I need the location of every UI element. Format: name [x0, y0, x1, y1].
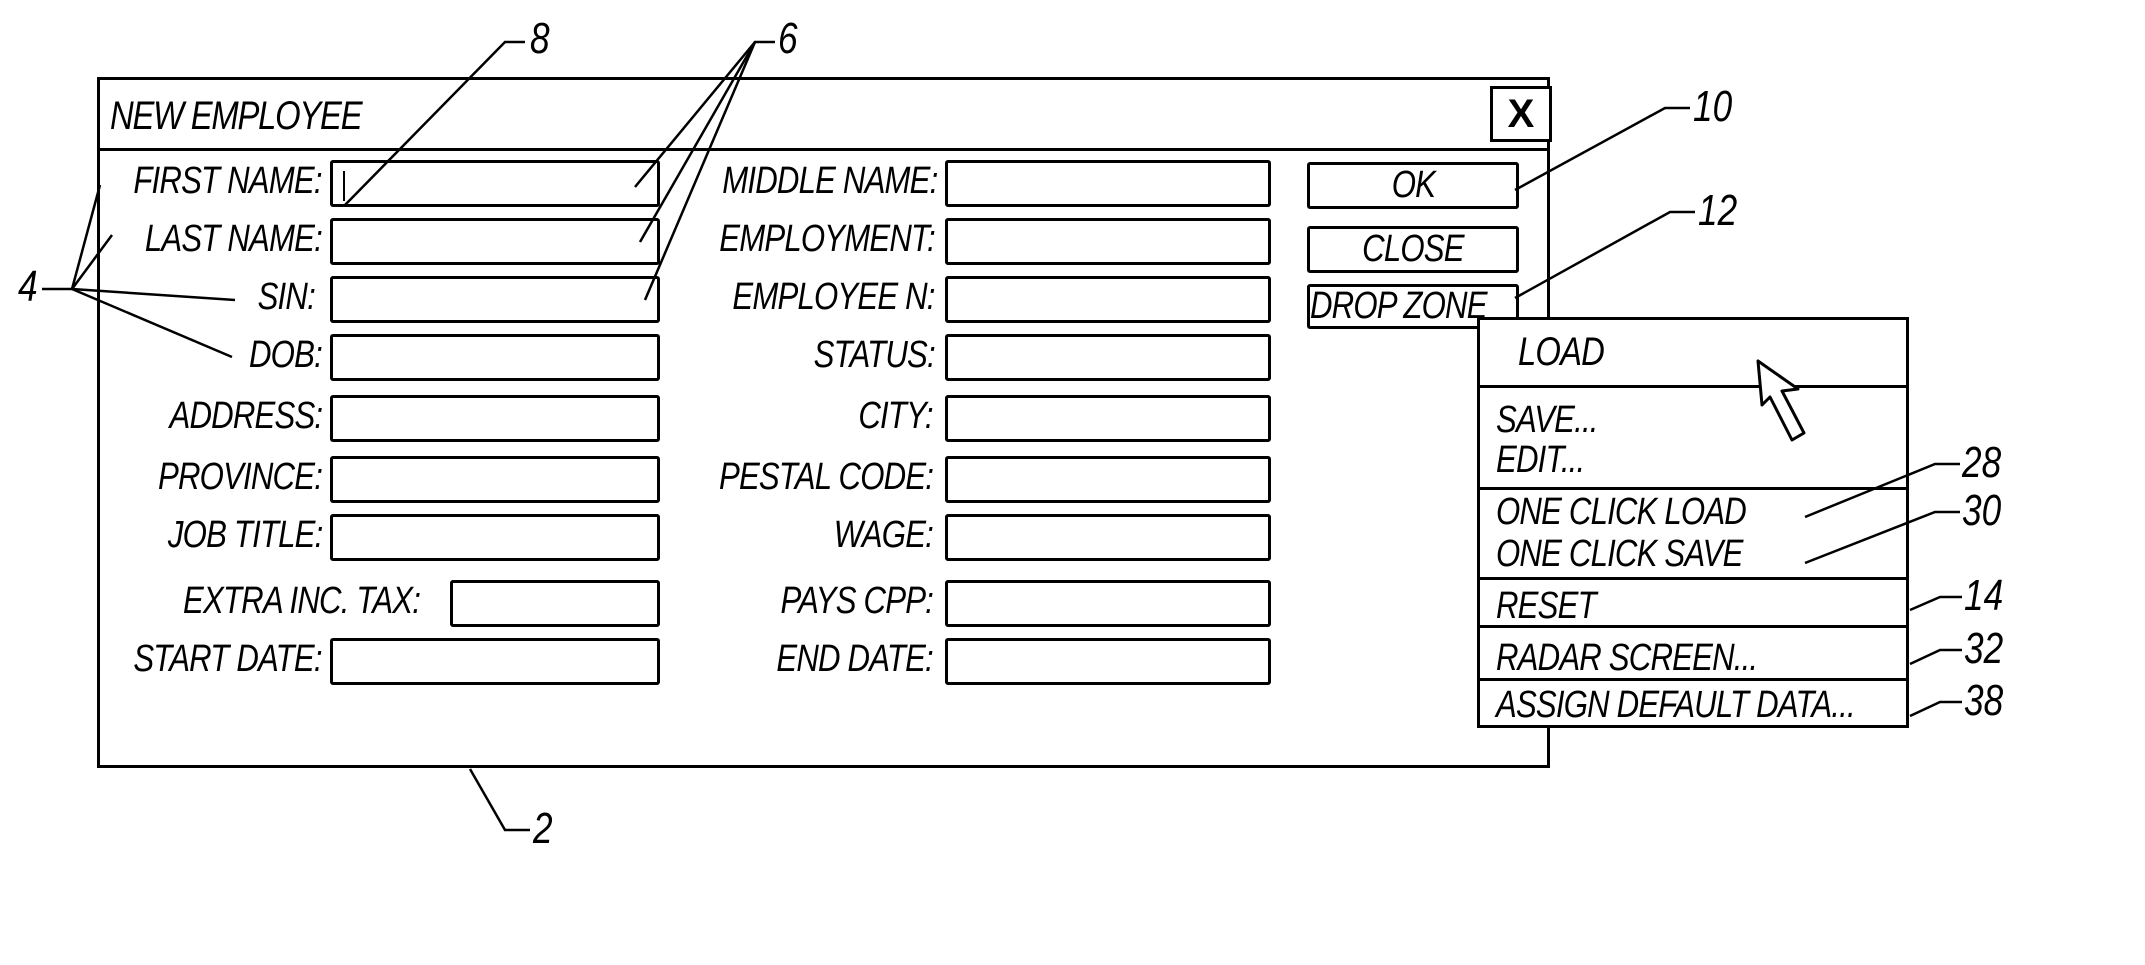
label-employee-n: EMPLOYEE N: [732, 276, 936, 318]
ref-numeral-12: 12 [1698, 186, 1738, 235]
address-input[interactable] [330, 395, 660, 442]
close-button[interactable]: CLOSE [1307, 226, 1519, 273]
label-province: PROVINCE: [157, 456, 323, 498]
ref-numeral-30: 30 [1962, 486, 2002, 535]
dob-input[interactable] [330, 334, 660, 381]
ok-label: OK [1391, 164, 1435, 206]
label-end-date: END DATE: [776, 638, 933, 680]
label-city: CITY: [858, 395, 934, 437]
label-employment: EMPLOYMENT: [719, 218, 936, 260]
close-window-button[interactable]: X [1490, 86, 1552, 142]
status-input[interactable] [945, 334, 1271, 381]
label-address: ADDRESS: [169, 395, 323, 437]
employee-number-input[interactable] [945, 276, 1271, 323]
drop-zone-label: DROP ZONE [1310, 285, 1488, 327]
menu-section-assign: ASSIGN DEFAULT DATA... [1480, 681, 1906, 728]
pays-cpp-input[interactable] [945, 580, 1271, 627]
close-label: CLOSE [1362, 228, 1464, 270]
menu-item-one-click-load[interactable]: ONE CLICK LOAD [1496, 492, 1747, 532]
close-icon: X [1507, 91, 1535, 136]
ref-numeral-6: 6 [778, 14, 798, 63]
menu-item-edit[interactable]: EDIT... [1496, 440, 1585, 480]
drop-zone-context-menu: LOAD SAVE... EDIT... ONE CLICK LOAD ONE … [1477, 317, 1909, 728]
ref-numeral-4: 4 [18, 262, 38, 311]
title-bar: NEW EMPLOYEE X [100, 80, 1552, 151]
province-input[interactable] [330, 456, 660, 503]
ref-numeral-32: 32 [1964, 624, 2004, 673]
label-last-name: LAST NAME: [144, 218, 323, 260]
mouse-cursor-icon [1756, 359, 1806, 442]
menu-section-save-edit: SAVE... EDIT... [1480, 388, 1906, 490]
sin-input[interactable] [330, 276, 660, 323]
pestal-code-input[interactable] [945, 456, 1271, 503]
label-status: STATUS: [813, 334, 936, 376]
ref-numeral-38: 38 [1964, 676, 2004, 725]
start-date-input[interactable] [330, 638, 660, 685]
job-title-input[interactable] [330, 514, 660, 561]
menu-item-load[interactable]: LOAD [1518, 332, 1605, 372]
menu-section-radar: RADAR SCREEN... [1480, 628, 1906, 681]
ok-button[interactable]: OK [1307, 162, 1519, 209]
city-input[interactable] [945, 395, 1271, 442]
label-extra-inc-tax: EXTRA INC. TAX: [182, 580, 421, 622]
label-wage: WAGE: [833, 514, 934, 556]
menu-item-one-click-save[interactable]: ONE CLICK SAVE [1496, 534, 1743, 574]
menu-item-radar-screen[interactable]: RADAR SCREEN... [1496, 638, 1758, 678]
middle-name-input[interactable] [945, 160, 1271, 207]
label-dob: DOB: [249, 334, 323, 376]
label-middle-name: MIDDLE NAME: [721, 160, 938, 202]
end-date-input[interactable] [945, 638, 1271, 685]
text-caret [343, 171, 345, 201]
ref-numeral-28: 28 [1962, 438, 2002, 487]
menu-item-save[interactable]: SAVE... [1496, 400, 1598, 440]
extra-inc-tax-input[interactable] [450, 580, 660, 627]
menu-section-reset: RESET [1480, 580, 1906, 628]
label-job-title: JOB TITLE: [167, 514, 322, 556]
label-pays-cpp: PAYS CPP: [780, 580, 933, 622]
employment-input[interactable] [945, 218, 1271, 265]
menu-section-load: LOAD [1480, 320, 1906, 388]
menu-section-one-click: ONE CLICK LOAD ONE CLICK SAVE [1480, 490, 1906, 580]
last-name-input[interactable] [330, 218, 660, 265]
label-start-date: START DATE: [133, 638, 323, 680]
window-title: NEW EMPLOYEE [110, 94, 363, 138]
wage-input[interactable] [945, 514, 1271, 561]
ref-numeral-2: 2 [533, 804, 553, 853]
label-sin: SIN: [257, 276, 316, 318]
ref-numeral-8: 8 [530, 14, 550, 63]
label-pestal-code: PESTAL CODE: [718, 456, 934, 498]
ref-numeral-14: 14 [1964, 571, 2004, 620]
menu-item-assign-default-data[interactable]: ASSIGN DEFAULT DATA... [1496, 685, 1856, 725]
first-name-input[interactable] [330, 160, 660, 207]
ref-numeral-10: 10 [1693, 82, 1733, 131]
label-first-name: FIRST NAME: [133, 160, 323, 202]
menu-item-reset[interactable]: RESET [1496, 586, 1597, 626]
